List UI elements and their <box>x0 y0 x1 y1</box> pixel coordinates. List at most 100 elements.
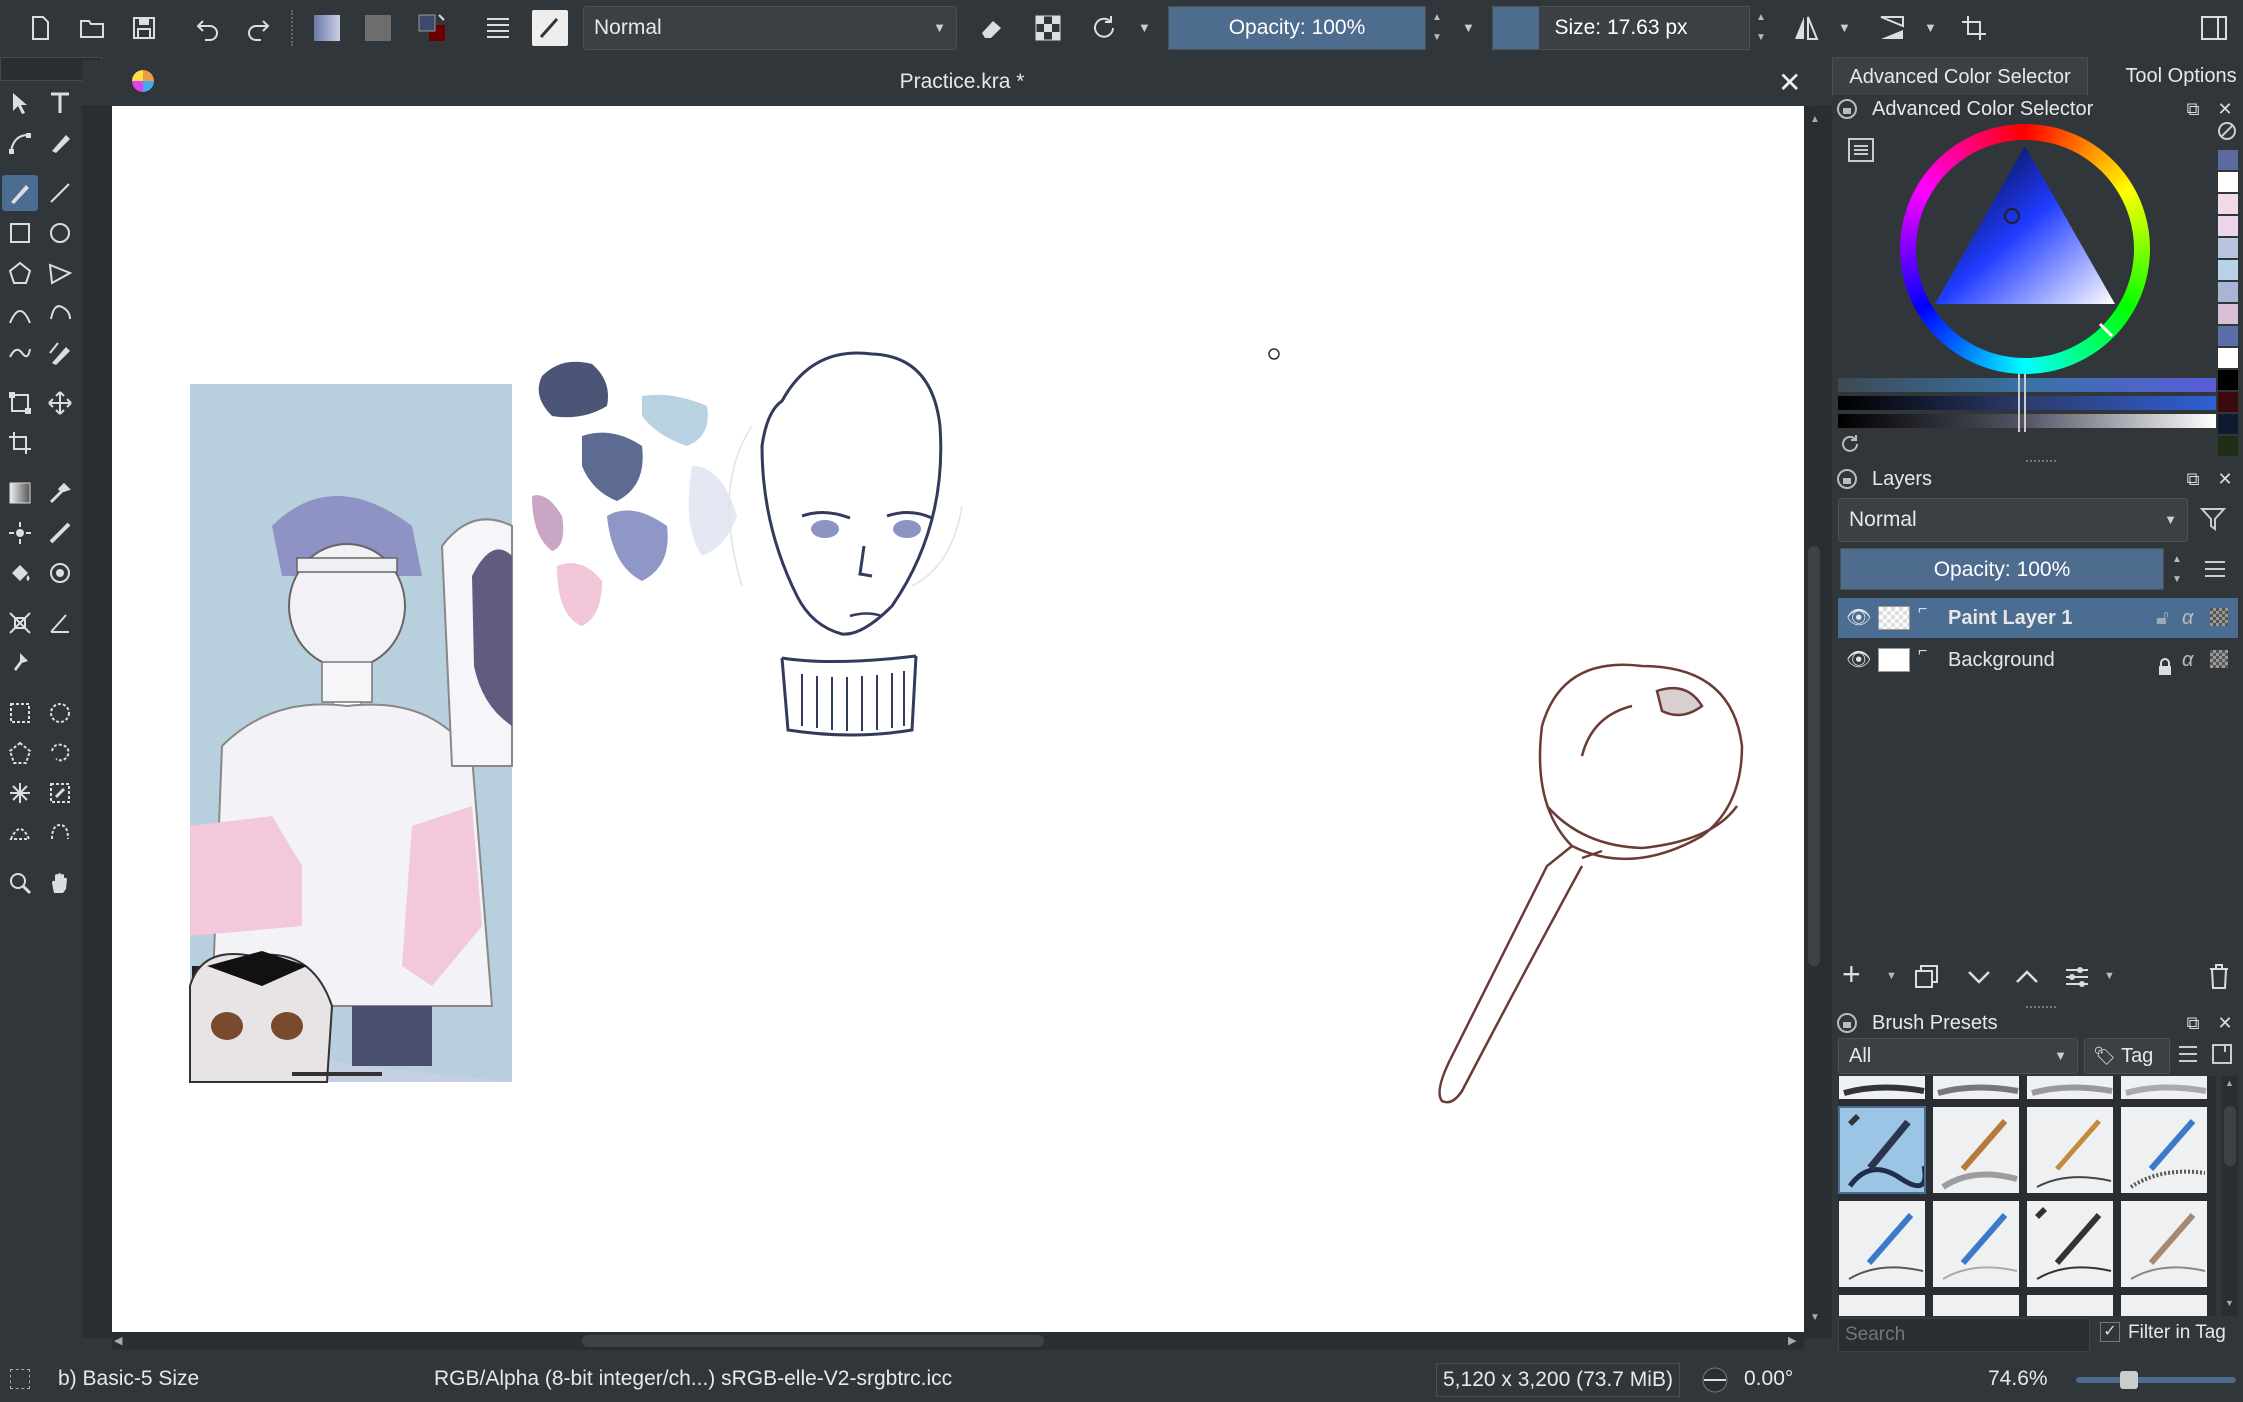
assistant-tool-icon[interactable] <box>42 515 78 551</box>
smart-patch-tool-icon[interactable] <box>2 515 38 551</box>
palette-swatch[interactable] <box>2218 326 2238 346</box>
mirror-horizontal-icon[interactable] <box>1788 10 1824 46</box>
scroll-right-arrow[interactable]: ▶ <box>1788 1334 1796 1347</box>
palette-swatch[interactable] <box>2218 436 2238 456</box>
color-wheel[interactable] <box>1900 124 2150 374</box>
zoom-slider-handle[interactable] <box>2120 1371 2138 1389</box>
layer-menu-icon[interactable] <box>2202 558 2228 580</box>
brush-settings-icon[interactable] <box>480 10 516 46</box>
palette-swatch[interactable] <box>2218 194 2238 214</box>
fill-tool-icon[interactable] <box>2 555 38 591</box>
close-panel-icon[interactable]: ✕ <box>2214 1012 2236 1034</box>
pattern-preset-icon[interactable] <box>360 10 396 46</box>
float-panel-icon[interactable]: ⧉ <box>2182 98 2204 120</box>
brush-grid-scrollbar[interactable]: ▲ ▼ <box>2222 1076 2238 1316</box>
brush-preset-thumbnail[interactable] <box>1838 1200 1926 1288</box>
duplicate-layer-icon[interactable] <box>1912 962 1942 992</box>
rotation-icon[interactable] <box>1700 1365 1730 1395</box>
gradient-preset-icon[interactable] <box>309 10 345 46</box>
palette-swatch[interactable] <box>2218 150 2238 170</box>
pan-tool-icon[interactable] <box>42 865 78 901</box>
eraser-mode-icon[interactable] <box>974 10 1010 46</box>
calligraphy-tool-icon[interactable] <box>42 125 78 161</box>
zoom-slider[interactable] <box>2076 1371 2236 1389</box>
alpha-lock-icon[interactable]: α <box>2182 598 2193 638</box>
open-document-icon[interactable] <box>74 10 110 46</box>
brush-filter-select[interactable]: All ▼ <box>1838 1038 2078 1074</box>
layer-row-paint-layer-1[interactable]: 👁 ⌐ Paint Layer 1 🔓︎ α <box>1838 598 2238 638</box>
lock-icon[interactable] <box>1836 468 1858 490</box>
reload-preset-icon[interactable] <box>1086 10 1122 46</box>
fg-bg-color-icon[interactable] <box>414 10 450 46</box>
slider-handles[interactable] <box>2018 374 2026 432</box>
elliptical-selection-tool-icon[interactable] <box>42 695 78 731</box>
vertical-scrollbar[interactable]: ▲ ▼ <box>1806 106 1822 1332</box>
dynamic-brush-tool-icon[interactable] <box>2 335 38 371</box>
add-layer-icon[interactable]: + <box>1842 958 1872 990</box>
layer-opacity-slider[interactable]: Opacity: 100% <box>1840 548 2164 590</box>
polygon-tool-icon[interactable] <box>2 255 38 291</box>
bezier-selection-tool-icon[interactable] <box>2 815 38 851</box>
alpha-lock-icon[interactable]: α <box>2182 640 2193 680</box>
rectangle-tool-icon[interactable] <box>2 215 38 251</box>
freehand-brush-tool-icon[interactable] <box>2 175 38 211</box>
undo-icon[interactable] <box>190 10 226 46</box>
gradient-tool-icon[interactable] <box>2 475 38 511</box>
filter-in-tag-checkbox[interactable]: ✓ <box>2100 1322 2120 1342</box>
freehand-selection-tool-icon[interactable] <box>42 735 78 771</box>
palette-swatch[interactable] <box>2218 392 2238 412</box>
eye-icon[interactable]: 👁 <box>1846 640 1871 680</box>
bezier-curve-tool-icon[interactable] <box>2 295 38 331</box>
docker-toggle-icon[interactable] <box>2196 10 2232 46</box>
opacity-spin-arrows[interactable]: ▲ ▼ <box>1428 8 1446 48</box>
enclose-fill-tool-icon[interactable] <box>42 555 78 591</box>
tab-advanced-color-selector[interactable]: Advanced Color Selector <box>1832 57 2088 95</box>
horizontal-scrollbar-thumb[interactable] <box>582 1335 1044 1347</box>
drawing-canvas[interactable] <box>112 106 1804 1332</box>
select-shapes-tool-icon[interactable] <box>2 85 38 121</box>
palette-swatch[interactable] <box>2218 216 2238 236</box>
no-color-icon[interactable] <box>2216 120 2238 142</box>
inherit-alpha-icon[interactable] <box>2210 608 2228 626</box>
rectangular-selection-tool-icon[interactable] <box>2 695 38 731</box>
layer-row-background[interactable]: 👁 ⌐ Background α <box>1838 640 2238 680</box>
eye-icon[interactable]: 👁 <box>1846 598 1871 638</box>
selection-status-icon[interactable] <box>10 1369 30 1389</box>
chevron-down-icon[interactable]: ▼ <box>1886 970 1897 982</box>
scroll-up-arrow[interactable]: ▲ <box>1810 114 1820 125</box>
inherit-alpha-icon[interactable] <box>2210 650 2228 668</box>
blend-mode-select[interactable]: Normal ▼ <box>583 6 957 50</box>
brush-preset-thumbnail[interactable] <box>1932 1076 2020 1100</box>
palette-swatch[interactable] <box>2218 370 2238 390</box>
brush-preset-thumbnail[interactable] <box>2026 1200 2114 1288</box>
rotation-value[interactable]: 0.00° <box>1744 1367 1793 1391</box>
brush-preset-thumbnail[interactable] <box>2120 1200 2208 1288</box>
unlocked-icon[interactable]: 🔓︎ <box>2156 598 2169 638</box>
size-spin-arrows[interactable]: ▲ ▼ <box>1752 8 1770 48</box>
scroll-down-arrow[interactable]: ▼ <box>2225 1298 2234 1308</box>
filter-icon[interactable] <box>2198 504 2228 534</box>
wrap-around-icon[interactable] <box>1956 10 1992 46</box>
chevron-down-icon[interactable]: ▼ <box>1838 20 1851 35</box>
line-tool-icon[interactable] <box>42 175 78 211</box>
chevron-down-icon[interactable]: ▼ <box>1462 20 1475 35</box>
assistant-tool-icon-2[interactable] <box>2 605 38 641</box>
preserve-alpha-icon[interactable] <box>1030 10 1066 46</box>
measure-tool-icon[interactable] <box>42 605 78 641</box>
brush-list-menu-icon[interactable] <box>2176 1042 2200 1066</box>
brush-preset-thumbnail[interactable] <box>1932 1200 2020 1288</box>
chevron-down-icon[interactable]: ▼ <box>1138 20 1151 35</box>
brush-preset-thumbnail[interactable] <box>2026 1106 2114 1194</box>
contiguous-selection-tool-icon[interactable] <box>2 775 38 811</box>
polyline-tool-icon[interactable] <box>42 255 78 291</box>
close-panel-icon[interactable]: ✕ <box>2214 468 2236 490</box>
freehand-path-tool-icon[interactable] <box>42 295 78 331</box>
layer-blend-mode-select[interactable]: Normal ▼ <box>1838 498 2188 542</box>
brush-grid-scrollbar-thumb[interactable] <box>2224 1106 2236 1166</box>
palette-swatch[interactable] <box>2218 172 2238 192</box>
palette-swatch[interactable] <box>2218 348 2238 368</box>
chevron-down-icon[interactable]: ▼ <box>1924 20 1937 35</box>
chevron-down-icon[interactable]: ▼ <box>2104 970 2115 982</box>
scroll-up-arrow[interactable]: ▲ <box>2225 1078 2234 1088</box>
brush-preset-thumbnail[interactable] <box>1838 1294 1926 1316</box>
